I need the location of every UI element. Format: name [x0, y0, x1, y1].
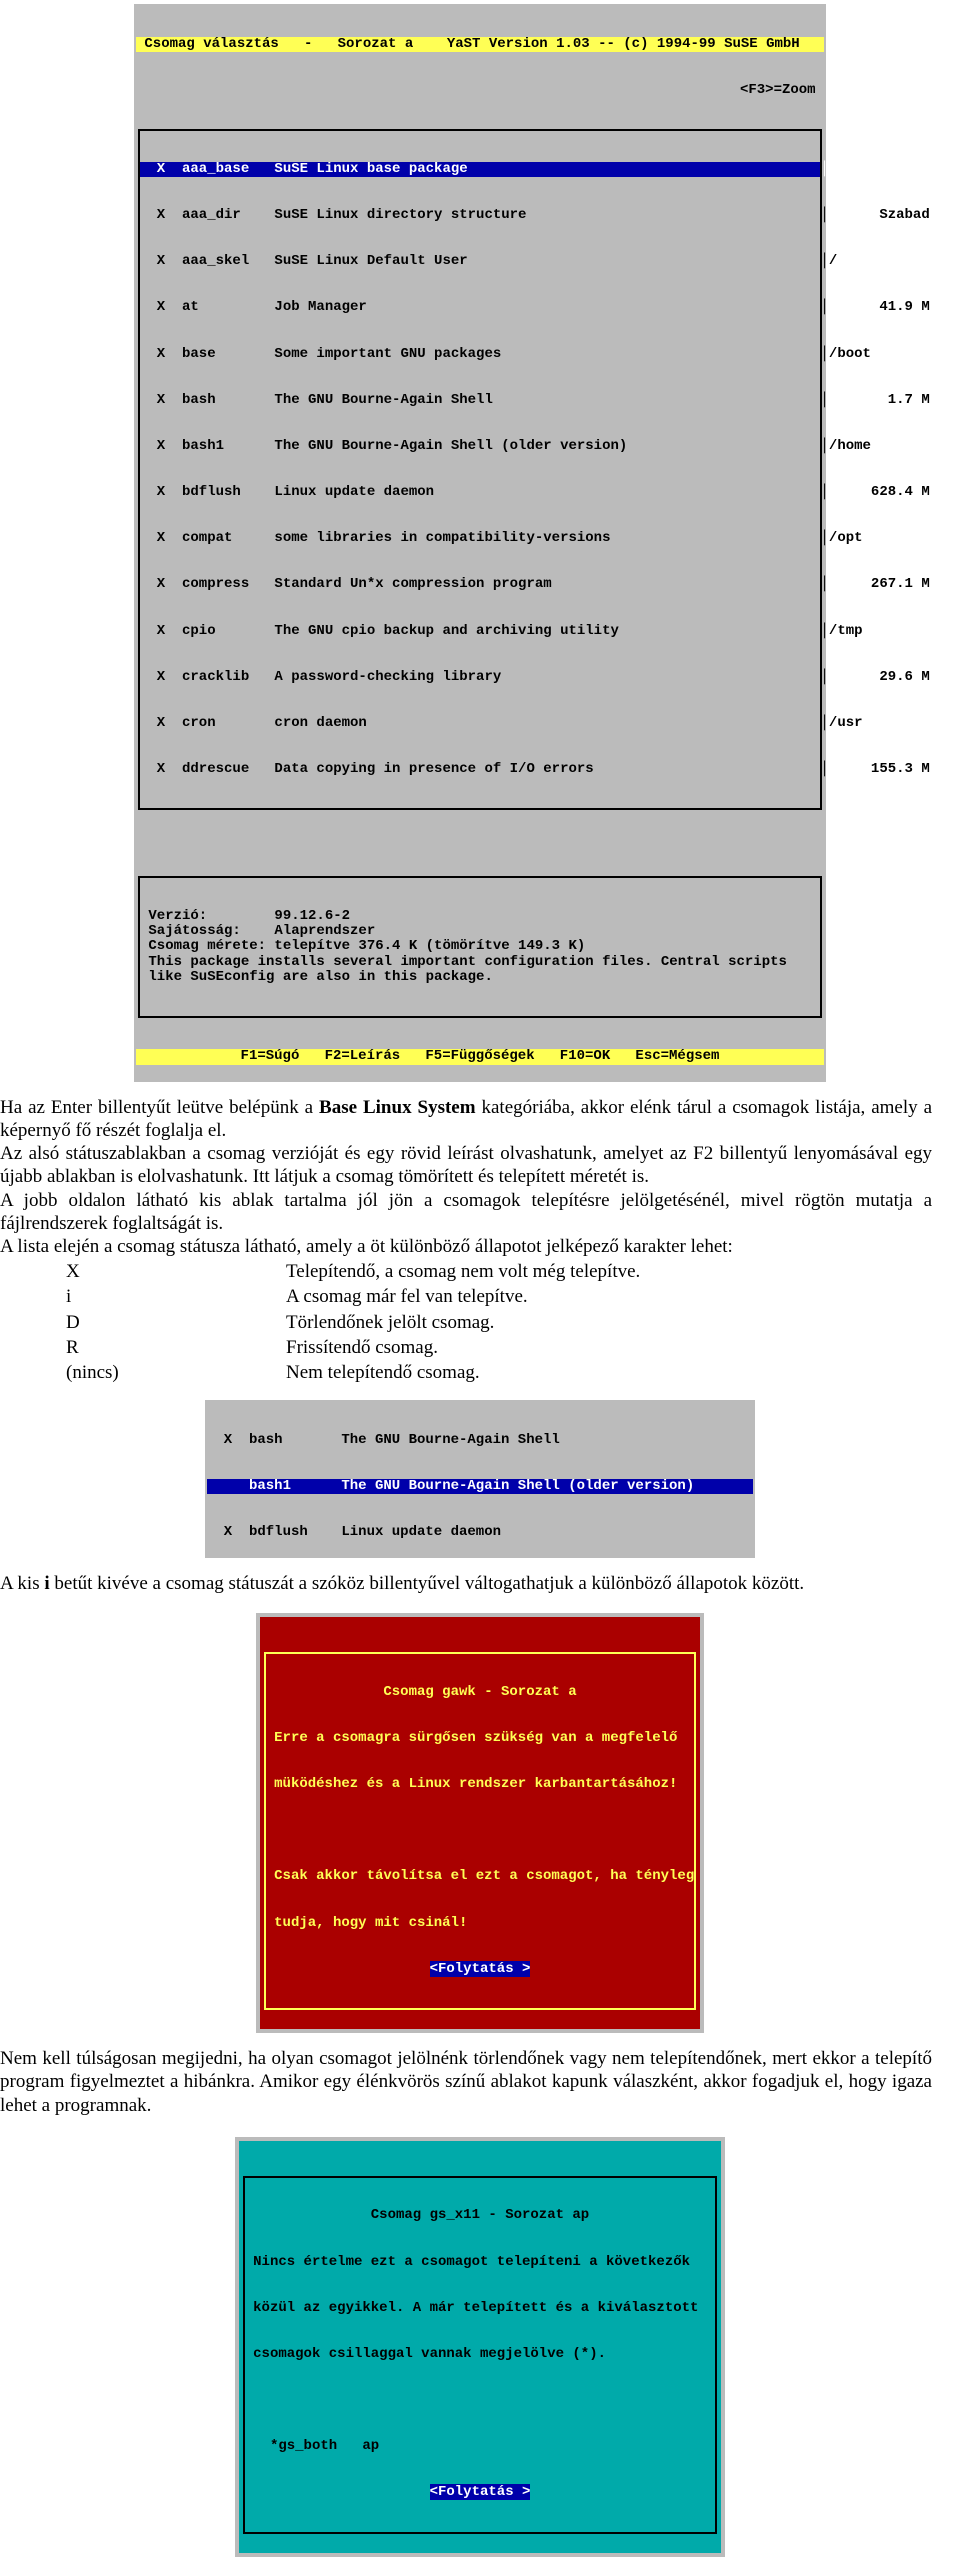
info-line: *gs_both ap — [245, 2439, 715, 2454]
title-bar: Csomag választás - Sorozat a YaST Versio… — [136, 37, 824, 52]
paragraph: A lista elején a csomag státusza látható… — [0, 1235, 932, 1258]
paragraph: Ha az Enter billentyűt leütve belépünk a… — [0, 1096, 932, 1142]
legend-row: XTelepítendő, a csomag nem volt még tele… — [66, 1260, 658, 1283]
package-row[interactable]: X ddrescue Data copying in presence of I… — [140, 762, 820, 777]
package-list-box[interactable]: X aaa_base SuSE Linux base package │Bekö… — [138, 129, 822, 810]
package-row[interactable]: X aaa_dir SuSE Linux directory structure… — [140, 208, 820, 223]
package-row[interactable]: X at Job Manager │ 41.9 M — [140, 300, 820, 315]
warning-line: Csak akkor távolítsa el ezt a csomagot, … — [266, 1869, 694, 1884]
warning-line — [266, 1823, 694, 1838]
info-dialog: Csomag gs_x11 - Sorozat ap Nincs értelme… — [235, 2137, 725, 2557]
package-row[interactable]: X base Some important GNU packages │/boo… — [140, 347, 820, 362]
footer-bar[interactable]: F1=Súgó F2=Leírás F5=Függőségek F10=OK E… — [136, 1049, 824, 1064]
package-row[interactable]: X aaa_skel SuSE Linux Default User │/ — [140, 254, 820, 269]
paragraph: Nem kell túlságosan megijedni, ha olyan … — [0, 2047, 932, 2117]
package-row[interactable]: X cron cron daemon │/usr — [140, 716, 820, 731]
warning-line: müködéshez és a Linux rendszer karbantar… — [266, 1777, 694, 1792]
warning-line: Erre a csomagra sürgősen szükség van a m… — [266, 1731, 694, 1746]
info-text: Verzió: 99.12.6-2 Sajátosság: Alaprendsz… — [140, 909, 820, 986]
package-row[interactable]: X bdflush Linux update daemon │ 628.4 M — [140, 485, 820, 500]
warning-title: Csomag gawk - Sorozat a — [266, 1685, 694, 1700]
package-row[interactable]: X compat some libraries in compatibility… — [140, 531, 820, 546]
package-row[interactable]: X cpio The GNU cpio backup and archiving… — [140, 624, 820, 639]
zoom-hint: <F3>=Zoom — [136, 83, 824, 98]
selected-row[interactable]: X aaa_base SuSE Linux base package │Bekö… — [140, 162, 820, 177]
info-line: közül az egyikkel. A már telepített és a… — [245, 2301, 715, 2316]
package-row[interactable]: X bash1 The GNU Bourne-Again Shell (olde… — [140, 439, 820, 454]
paragraph: A jobb oldalon látható kis ablak tartalm… — [0, 1189, 932, 1235]
snippet-selected-row[interactable]: bash1 The GNU Bourne-Again Shell (older … — [207, 1479, 753, 1494]
paragraph: A kis i betűt kivéve a csomag státuszát … — [0, 1572, 932, 1595]
continue-button[interactable]: <Folytatás > — [266, 1962, 694, 1977]
info-box: Verzió: 99.12.6-2 Sajátosság: Alaprendsz… — [138, 876, 822, 1019]
continue-button[interactable]: <Folytatás > — [245, 2485, 715, 2500]
warning-dialog: Csomag gawk - Sorozat a Erre a csomagra … — [256, 1613, 704, 2033]
package-row[interactable]: X bash The GNU Bourne-Again Shell │ 1.7 … — [140, 393, 820, 408]
warning-line: tudja, hogy mit csinál! — [266, 1916, 694, 1931]
paragraph: Az alsó státuszablakban a csomag verziój… — [0, 1142, 932, 1188]
legend-table: XTelepítendő, a csomag nem volt még tele… — [64, 1258, 660, 1386]
info-title: Csomag gs_x11 - Sorozat ap — [245, 2208, 715, 2223]
legend-row: (nincs)Nem telepítendő csomag. — [66, 1361, 658, 1384]
legend-row: iA csomag már fel van telepítve. — [66, 1285, 658, 1308]
legend-row: RFrissítendő csomag. — [66, 1336, 658, 1359]
info-line — [245, 2393, 715, 2408]
snippet-row[interactable]: X bash The GNU Bourne-Again Shell — [207, 1433, 753, 1448]
package-row[interactable]: X cracklib A password-checking library │… — [140, 670, 820, 685]
yast-main-window: Csomag választás - Sorozat a YaST Versio… — [134, 4, 826, 1082]
snippet-row[interactable]: X bdflush Linux update daemon — [207, 1525, 753, 1540]
package-row[interactable]: X compress Standard Un*x compression pro… — [140, 577, 820, 592]
info-line: csomagok csillaggal vannak megjelölve (*… — [245, 2347, 715, 2362]
legend-row: DTörlendőnek jelölt csomag. — [66, 1311, 658, 1334]
snippet-window: X bash The GNU Bourne-Again Shell bash1 … — [205, 1400, 755, 1558]
info-line: Nincs értelme ezt a csomagot telepíteni … — [245, 2255, 715, 2270]
